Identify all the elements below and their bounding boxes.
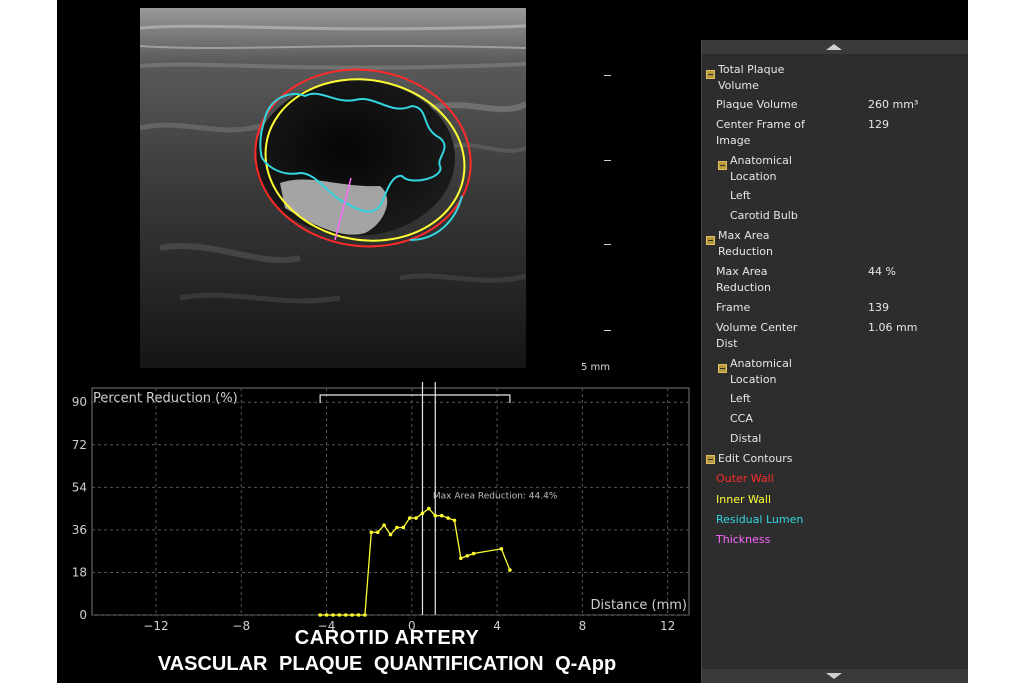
loc2-site: CCA bbox=[730, 412, 753, 425]
data-point[interactable] bbox=[427, 506, 431, 511]
contour-outer-wall[interactable]: Outer Wall bbox=[716, 471, 774, 487]
data-point[interactable] bbox=[508, 568, 512, 572]
data-point[interactable] bbox=[388, 532, 393, 537]
y-tick-label: 0 bbox=[79, 608, 87, 622]
depth-scale bbox=[601, 60, 621, 360]
scroll-down-button[interactable] bbox=[702, 669, 968, 683]
tree-node-label: Anatomical Location bbox=[730, 154, 792, 183]
y-axis-label: Percent Reduction (%) bbox=[93, 391, 238, 406]
scroll-up-button[interactable] bbox=[702, 40, 968, 54]
data-point[interactable] bbox=[446, 516, 450, 520]
contour-thickness[interactable]: Thickness bbox=[716, 532, 770, 548]
data-point[interactable] bbox=[452, 518, 457, 523]
results-panel: Total Plaque Volume Plaque Volume 260 mm… bbox=[701, 40, 968, 683]
scale-tick bbox=[604, 75, 611, 76]
data-point[interactable] bbox=[382, 523, 386, 527]
plaque-volume-value: 260 mm³ bbox=[868, 98, 919, 111]
scale-label: 5 mm bbox=[581, 362, 611, 373]
collapse-icon[interactable] bbox=[706, 70, 715, 79]
frame-label: Frame bbox=[716, 301, 751, 314]
loc2-side: Left bbox=[730, 392, 751, 405]
collapse-icon[interactable] bbox=[718, 364, 727, 373]
y-tick-label: 36 bbox=[72, 523, 87, 537]
data-point[interactable] bbox=[433, 513, 438, 518]
data-point[interactable] bbox=[331, 613, 335, 617]
tree-node-label: Max Area Reduction bbox=[718, 229, 773, 258]
data-point[interactable] bbox=[439, 513, 444, 518]
max-area-reduction-label: Max Area Reduction bbox=[716, 265, 771, 294]
x-axis-label: Distance (mm) bbox=[591, 598, 687, 613]
plaque-volume-label: Plaque Volume bbox=[716, 98, 798, 111]
row-frame: Frame 139 bbox=[716, 300, 966, 316]
data-point[interactable] bbox=[420, 511, 425, 516]
data-point[interactable] bbox=[343, 613, 348, 617]
data-point[interactable] bbox=[318, 613, 322, 617]
data-point[interactable] bbox=[395, 525, 399, 530]
tree-node-label: Edit Contours bbox=[718, 452, 793, 465]
data-point[interactable] bbox=[356, 613, 361, 617]
max-area-reduction-annotation: Max Area Reduction: 44.4% bbox=[433, 492, 558, 502]
center-frame-label: Center Frame of Image bbox=[716, 118, 805, 147]
viewer-screen: 5 mm 0 18 36 54 72 90 −12 −8 −4 0 4 8 12 Percent Redu… bbox=[57, 0, 968, 683]
collapse-icon[interactable] bbox=[706, 455, 715, 464]
data-point[interactable] bbox=[465, 554, 470, 558]
center-frame-value: 129 bbox=[868, 118, 889, 131]
data-point[interactable] bbox=[401, 525, 406, 530]
scale-tick bbox=[604, 160, 611, 161]
contour-residual-lumen[interactable]: Residual Lumen bbox=[716, 512, 803, 528]
y-tick-label: 90 bbox=[72, 395, 87, 409]
ultrasound-image[interactable] bbox=[140, 8, 526, 368]
data-point[interactable] bbox=[363, 613, 367, 617]
chart-svg[interactable]: 01836547290−12 −8 −4 0 4 8 12Percent Reduction… bbox=[57, 380, 697, 640]
title-line-1: CAROTID ARTERY bbox=[294, 627, 480, 649]
y-tick-label: 72 bbox=[72, 438, 87, 452]
contour-inner-wall[interactable]: Inner Wall bbox=[716, 492, 771, 508]
data-point[interactable] bbox=[414, 516, 418, 520]
data-point[interactable] bbox=[459, 556, 463, 561]
scale-tick bbox=[604, 244, 611, 245]
loc1-side: Left bbox=[730, 189, 751, 202]
volume-center-dist-label: Volume Center Dist bbox=[716, 321, 798, 350]
frame-value: 139 bbox=[868, 301, 889, 314]
chevron-up-icon bbox=[826, 44, 842, 50]
row-plaque-volume: Plaque Volume 260 mm³ bbox=[716, 97, 966, 113]
data-point[interactable] bbox=[499, 546, 504, 551]
tree-node-label: Total Plaque Volume bbox=[718, 63, 785, 92]
data-point[interactable] bbox=[375, 530, 380, 535]
data-point[interactable] bbox=[407, 516, 412, 520]
tree-node-label: Anatomical Location bbox=[730, 357, 792, 386]
volume-center-dist-value: 1.06 mm bbox=[868, 321, 918, 334]
max-area-reduction-value: 44 % bbox=[868, 265, 896, 278]
collapse-icon[interactable] bbox=[718, 161, 727, 170]
plot-area bbox=[91, 387, 690, 616]
data-point[interactable] bbox=[471, 551, 476, 556]
data-point[interactable] bbox=[324, 613, 329, 617]
scale-tick bbox=[604, 330, 611, 331]
chevron-down-icon bbox=[826, 673, 842, 679]
percent-reduction-chart[interactable]: 0 18 36 54 72 90 −12 −8 −4 0 4 8 12 Percent Reduction… bbox=[57, 380, 697, 640]
y-tick-label: 18 bbox=[72, 565, 87, 579]
y-tick-label: 54 bbox=[72, 480, 87, 494]
data-point[interactable] bbox=[337, 613, 342, 617]
loc1-site: Carotid Bulb bbox=[730, 209, 798, 222]
collapse-icon[interactable] bbox=[706, 236, 715, 245]
data-point[interactable] bbox=[350, 613, 354, 617]
loc2-pos: Distal bbox=[730, 432, 762, 445]
title-line-2: VASCULAR PLAQUE QUANTIFICATION Q-App bbox=[157, 653, 617, 675]
data-point[interactable] bbox=[369, 530, 374, 535]
